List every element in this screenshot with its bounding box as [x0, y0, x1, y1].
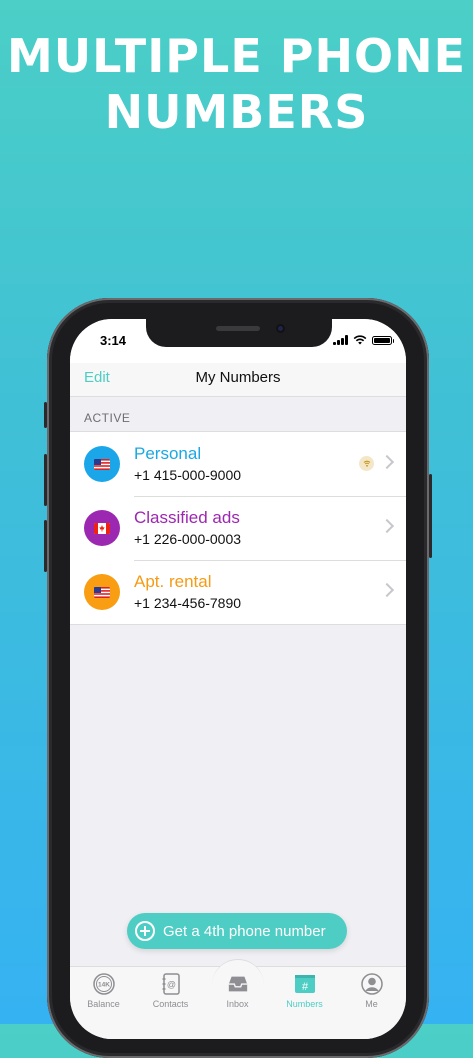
- svg-text:@: @: [166, 980, 175, 990]
- us-flag-icon: [94, 458, 110, 470]
- power-button: [429, 474, 432, 558]
- headline-line-2: NUMBERS: [104, 85, 369, 139]
- battery-icon: [372, 335, 394, 345]
- tab-balance[interactable]: 14K Balance: [70, 973, 137, 1009]
- inbox-icon: [227, 973, 249, 995]
- tab-numbers[interactable]: # Numbers: [271, 973, 338, 1009]
- section-header-active: ACTIVE: [84, 411, 131, 425]
- cta-label: Get a 4th phone number: [163, 922, 326, 940]
- tab-label: Balance: [87, 999, 120, 1009]
- number-row-apt-rental[interactable]: Apt. rental +1 234-456-7890: [70, 560, 406, 624]
- tab-bar: 14K Balance @ Contacts Inbox # Numbers M…: [70, 959, 406, 1039]
- number-name: Apt. rental: [134, 572, 212, 591]
- camera: [276, 324, 285, 333]
- status-time: 3:14: [100, 333, 127, 348]
- phone-number: +1 415-000-9000: [134, 467, 242, 483]
- balance-14k-icon: 14K: [92, 973, 115, 995]
- headline-line-1: MULTIPLE PHONE: [6, 29, 467, 83]
- contacts-icon: @: [160, 973, 182, 995]
- number-avatar: [84, 510, 120, 546]
- page-title: My Numbers: [195, 369, 281, 386]
- plus-circle-icon: [135, 921, 155, 941]
- number-row-classified-ads[interactable]: Classified ads +1 226-000-0003: [70, 496, 406, 560]
- status-icons: [333, 335, 394, 345]
- svg-text:#: #: [301, 981, 308, 993]
- chevron-right-icon: [379, 582, 395, 598]
- number-name: Personal: [134, 444, 202, 463]
- number-row-personal[interactable]: Personal +1 415-000-9000: [70, 432, 406, 496]
- phone-number: +1 234-456-7890: [134, 595, 242, 611]
- tab-contacts[interactable]: @ Contacts: [137, 973, 204, 1009]
- number-name: Classified ads: [134, 508, 240, 527]
- phone-number: +1 226-000-0003: [134, 531, 242, 547]
- numbers-hash-icon: #: [294, 973, 316, 995]
- wifi-badge-icon: [359, 456, 374, 471]
- tab-label: Me: [365, 999, 378, 1009]
- tab-label: Contacts: [152, 999, 189, 1009]
- tab-label: Inbox: [226, 999, 249, 1009]
- profile-icon: [360, 973, 383, 995]
- mute-switch: [44, 402, 47, 428]
- navigation-bar: Edit My Numbers: [70, 363, 406, 397]
- number-avatar: [84, 446, 120, 482]
- tab-label: Numbers: [286, 999, 323, 1009]
- balance-badge-text: 14K: [98, 982, 110, 989]
- headline: MULTIPLE PHONE NUMBERS: [0, 28, 473, 140]
- number-avatar: [84, 574, 120, 610]
- get-4th-number-button[interactable]: Get a 4th phone number: [127, 913, 347, 949]
- tab-me[interactable]: Me: [338, 973, 405, 1009]
- volume-down-button: [44, 520, 47, 572]
- tab-inbox[interactable]: Inbox: [204, 973, 271, 1009]
- phone-frame: 3:14 Edit My Numbers ACTIVE Personal +1 …: [44, 298, 432, 1058]
- wifi-icon: [353, 335, 367, 345]
- us-flag-icon: [94, 586, 110, 598]
- chevron-right-icon: [379, 518, 395, 534]
- numbers-list: Personal +1 415-000-9000 Classified ads: [70, 431, 406, 625]
- notch: [146, 319, 332, 347]
- volume-up-button: [44, 454, 47, 506]
- canada-flag-icon: [94, 522, 110, 534]
- chevron-right-icon: [379, 454, 395, 470]
- speaker: [216, 326, 260, 331]
- cellular-signal-icon: [333, 335, 348, 345]
- phone-screen: 3:14 Edit My Numbers ACTIVE Personal +1 …: [70, 319, 406, 1039]
